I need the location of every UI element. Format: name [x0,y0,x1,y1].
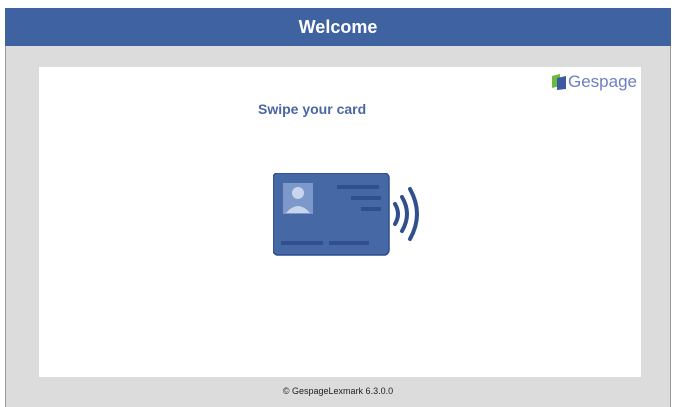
main-panel: Gespage Swipe your card [39,67,641,377]
swipe-prompt: Swipe your card [258,101,367,117]
page-title: Welcome [298,16,378,37]
logo-text: Gespage [568,72,637,91]
footer-copyright: © GespageLexmark 6.3.0.0 [282,386,394,396]
id-card-contactless-icon [273,173,419,256]
header-bar: Welcome [5,8,671,46]
brand-logo: Gespage [551,70,637,94]
gespage-logo-icon [552,74,566,90]
